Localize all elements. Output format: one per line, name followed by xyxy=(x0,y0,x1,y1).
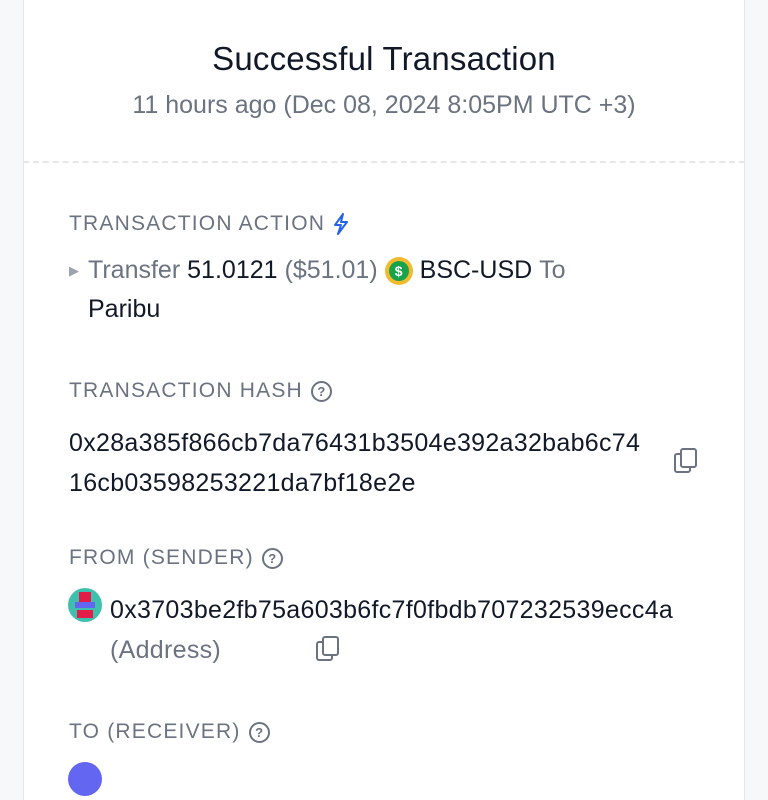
sender-address: 0x3703be2fb75a603b6fc7f0fbdb707232539ecc… xyxy=(110,590,710,670)
copy-address-icon[interactable] xyxy=(316,636,339,661)
copy-hash-icon[interactable] xyxy=(674,448,697,473)
help-icon[interactable]: ? xyxy=(310,380,332,402)
transaction-action-label: TRANSACTION ACTION xyxy=(69,212,349,236)
to-receiver-label-text: TO (RECEIVER) xyxy=(69,720,241,743)
action-verb: Transfer xyxy=(88,256,181,284)
from-sender-label-text: FROM (SENDER) xyxy=(69,546,254,569)
help-icon[interactable]: ? xyxy=(248,721,270,743)
bsc-usd-token-icon: $ xyxy=(384,256,413,285)
transaction-timestamp: 11 hours ago (Dec 08, 2024 8:05PM UTC +3… xyxy=(132,91,636,119)
lightning-icon xyxy=(334,213,349,235)
transaction-hash-label: TRANSACTION HASH ? xyxy=(69,379,332,403)
sender-address-link[interactable]: 0x3703be2fb75a603b6fc7f0fbdb707232539ecc… xyxy=(110,596,673,624)
token-link[interactable]: BSC-USD xyxy=(420,256,533,285)
page-title: Successful Transaction xyxy=(212,40,556,77)
transaction-hash-value: 0x28a385f866cb7da76431b3504e392a32bab6c7… xyxy=(69,429,641,497)
transaction-action-label-text: TRANSACTION ACTION xyxy=(69,212,326,235)
transfer-usd-value: ($51.01) xyxy=(284,256,378,284)
help-icon[interactable]: ? xyxy=(261,547,283,569)
from-sender-label: FROM (SENDER) ? xyxy=(69,546,283,570)
divider xyxy=(23,161,745,163)
receiver-avatar xyxy=(68,762,102,796)
caret-right-icon[interactable]: ▶ xyxy=(69,263,79,279)
recipient-link[interactable]: Paribu xyxy=(88,295,160,324)
to-receiver-label: TO (RECEIVER) ? xyxy=(69,720,270,744)
to-word: To xyxy=(539,256,566,284)
transaction-hash-label-text: TRANSACTION HASH xyxy=(69,379,303,402)
transfer-amount: 51.0121 xyxy=(187,256,278,284)
card-content: Successful Transaction 11 hours ago (Dec… xyxy=(23,0,745,800)
transaction-action-line: ▶ Transfer 51.0121 ($51.01) $ BSC-USD To xyxy=(69,256,566,285)
address-type-tag: (Address) xyxy=(110,636,222,664)
sender-avatar xyxy=(68,588,102,622)
